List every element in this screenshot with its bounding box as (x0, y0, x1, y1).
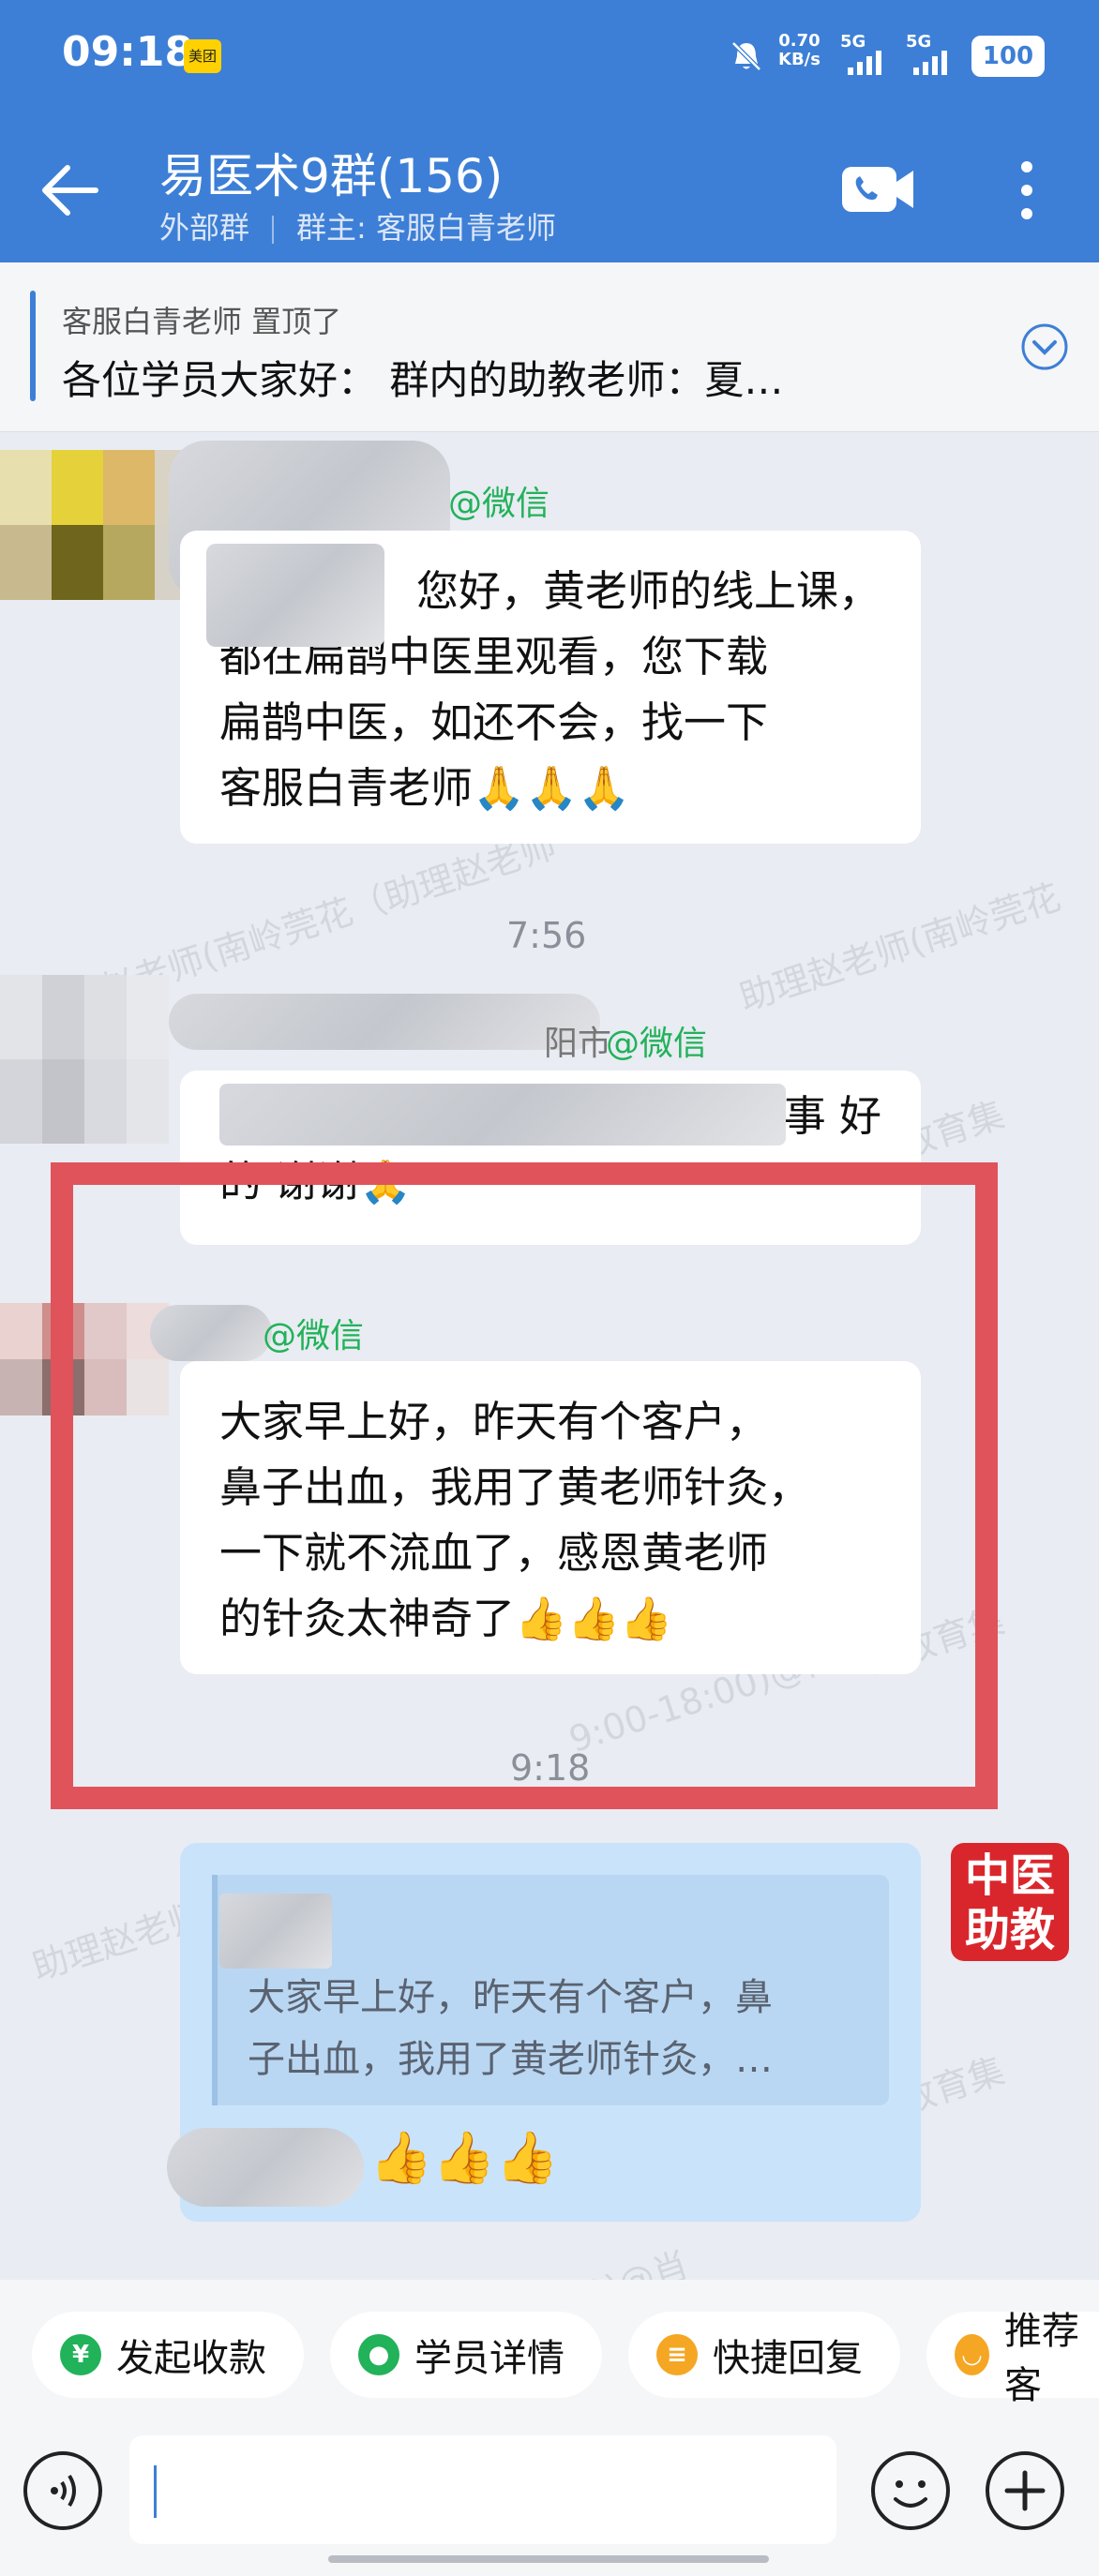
back-arrow-icon[interactable] (38, 157, 103, 223)
group-subtitle: 外部群 群主: 客服白青老师 (159, 204, 556, 247)
quick-reply-icon: ≡ (656, 2334, 698, 2375)
sender-name: 阳市 (544, 1025, 612, 1063)
sender-suffix: @微信 (606, 1025, 708, 1063)
pinned-announcement[interactable] (0, 262, 1099, 432)
group-title[interactable]: 易医术9群(156) (159, 139, 503, 206)
signal-icon-2 (913, 51, 947, 75)
pinned-author: 客服白青老师 置顶了 (62, 304, 342, 339)
quote-accent-bar (212, 1875, 218, 2105)
assistant-avatar[interactable]: 中医 助教 (951, 1843, 1069, 1961)
group-type-label: 外部群 (159, 210, 250, 246)
expand-pinned-chevron-icon[interactable] (1020, 322, 1069, 371)
text-caret (154, 2465, 157, 2518)
payment-icon: ¥ (60, 2334, 101, 2375)
pinned-text: 各位学员大家好： 群内的助教老师：夏… (62, 357, 784, 403)
pinned-accent-bar (30, 291, 36, 401)
message-line: 扁鹊中医，如还不会，找一下 (219, 697, 769, 747)
blurred-quote-author (219, 1894, 332, 1969)
group-owner-label: 群主: 客服白青老师 (296, 210, 556, 246)
signal-icon (848, 51, 881, 75)
mute-bell-icon (731, 41, 761, 71)
student-details-button[interactable]: ● 学员详情 (330, 2312, 602, 2398)
meituan-notification-icon: 美团 (184, 39, 221, 73)
quoted-text: 大家早上好，昨天有个客户，鼻 子出血，我用了黄老师针灸，… (248, 1976, 773, 2081)
sender-suffix: @微信 (448, 485, 550, 523)
status-time: 09:18 (62, 28, 194, 76)
timestamp: 7:56 (506, 915, 587, 956)
network-speed: 0.70 KB/s (778, 31, 820, 69)
recommend-icon: ◡ (955, 2334, 990, 2375)
student-icon: ● (358, 2334, 399, 2375)
home-indicator[interactable] (328, 2555, 769, 2563)
highlight-frame (51, 1162, 998, 1809)
timestamp: 9:18 (510, 1747, 591, 1789)
collect-payment-button[interactable]: ¥ 发起收款 (32, 2312, 304, 2398)
message-line: 客服白青老师🙏🙏🙏 (219, 763, 631, 813)
reply-text: 👍👍👍 (369, 2128, 559, 2187)
recommend-button[interactable]: ◡ 推荐客 (926, 2310, 1099, 2407)
blurred-name (169, 994, 600, 1050)
more-options-icon[interactable] (1013, 157, 1041, 223)
watermark: 助理赵老师(南岭莞花 (734, 876, 1065, 1019)
voice-input-icon[interactable] (23, 2450, 103, 2531)
battery-indicator: 100 (971, 36, 1045, 77)
blurred-mention (167, 2128, 364, 2207)
plus-icon[interactable] (985, 2450, 1065, 2531)
video-call-icon[interactable] (840, 163, 915, 216)
emoji-icon[interactable] (870, 2450, 951, 2531)
blurred-content (219, 1084, 786, 1146)
message-input[interactable] (129, 2435, 836, 2544)
sender-avatar[interactable] (0, 975, 169, 1144)
quick-reply-button[interactable]: ≡ 快捷回复 (628, 2312, 900, 2398)
blurred-mention (206, 544, 384, 647)
